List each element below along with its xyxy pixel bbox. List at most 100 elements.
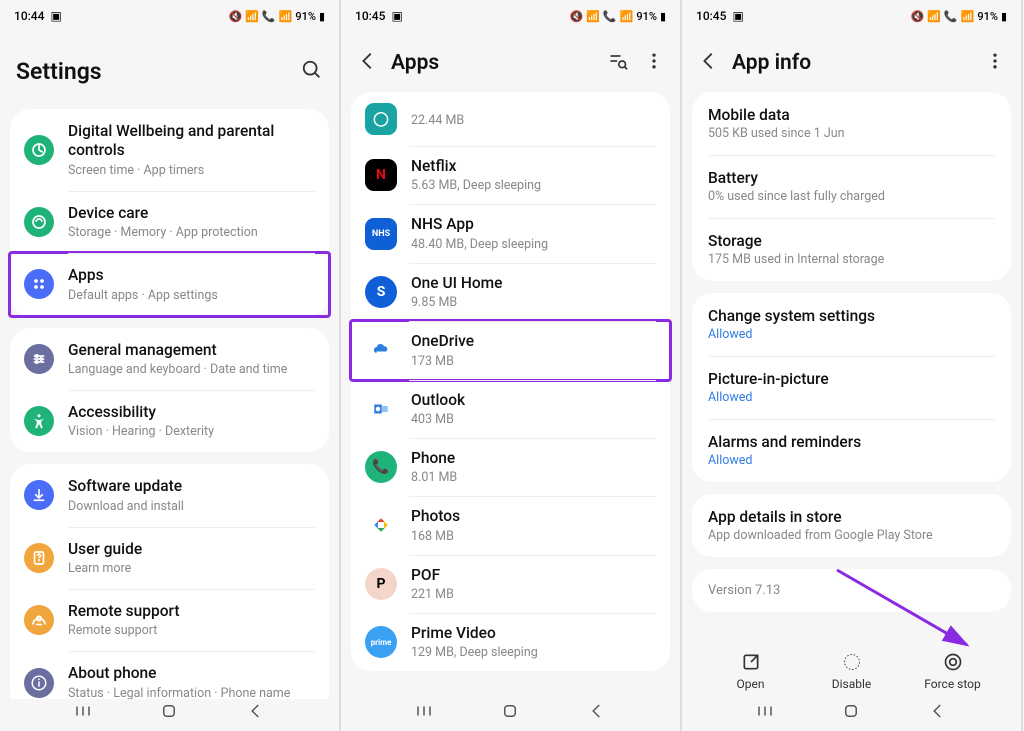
nav-recent[interactable] bbox=[74, 702, 92, 724]
app-item-onedrive[interactable]: OneDrive 173 MB bbox=[351, 321, 670, 379]
nav-recent[interactable] bbox=[756, 702, 774, 724]
nav-bar bbox=[0, 699, 339, 731]
status-time: 10:45 bbox=[355, 9, 385, 23]
force-stop-button[interactable]: Force stop bbox=[913, 652, 993, 691]
item-sub: Default apps · App settings bbox=[68, 288, 218, 303]
app-icon bbox=[365, 509, 397, 541]
open-label: Open bbox=[737, 677, 765, 691]
item-sub: Download and install bbox=[68, 499, 184, 514]
info-item-storage[interactable]: Storage175 MB used in Internal storage bbox=[692, 218, 1011, 281]
item-sub: Language and keyboard · Date and time bbox=[68, 362, 287, 377]
guide-icon bbox=[24, 543, 54, 573]
info-item-change-system-settings[interactable]: Change system settingsAllowed bbox=[692, 293, 1011, 356]
apps-icon bbox=[24, 269, 54, 299]
settings-list: Digital Wellbeing and parental controls … bbox=[0, 109, 339, 699]
notification-icon: ▣ bbox=[50, 10, 61, 22]
info-title: Battery bbox=[708, 169, 995, 187]
settings-item-remote[interactable]: Remote support Remote support bbox=[10, 589, 329, 651]
nav-home[interactable] bbox=[842, 702, 860, 724]
filter-search-icon[interactable] bbox=[608, 51, 628, 75]
status-bar: 10:44 ▣ 🔇 📶 📞 📶 91% ▮ bbox=[0, 0, 339, 28]
info-item-picture-in-picture[interactable]: Picture-in-picture Allowed bbox=[692, 356, 1011, 419]
app-name: One UI Home bbox=[411, 274, 502, 293]
app-item-phone[interactable]: 📞 Phone 8.01 MB bbox=[351, 438, 670, 496]
info-item-app-details-in-store[interactable]: App details in store App downloaded from … bbox=[692, 494, 1011, 557]
remote-icon bbox=[24, 605, 54, 635]
app-size: 129 MB, Deep sleeping bbox=[411, 645, 538, 660]
info-title: Picture-in-picture bbox=[708, 370, 995, 388]
signal-icon: 📶 bbox=[620, 11, 634, 22]
settings-item-guide[interactable]: User guide Learn more bbox=[10, 527, 329, 589]
app-icon bbox=[365, 334, 397, 366]
nav-home[interactable] bbox=[160, 702, 178, 724]
app-size: 9.85 MB bbox=[411, 295, 502, 310]
settings-item-general[interactable]: General management Language and keyboard… bbox=[10, 328, 329, 390]
settings-item-care[interactable]: Device care Storage · Memory · App prote… bbox=[10, 191, 329, 253]
nav-recent[interactable] bbox=[415, 702, 433, 724]
settings-item-about[interactable]: About phone Status · Legal information ·… bbox=[10, 651, 329, 699]
app-name: Phone bbox=[411, 449, 457, 468]
settings-item-access[interactable]: Accessibility Vision · Hearing · Dexteri… bbox=[10, 390, 329, 452]
item-title: Remote support bbox=[68, 602, 180, 621]
wifi-icon: 📶 bbox=[586, 11, 600, 22]
info-sub: Allowed bbox=[708, 390, 995, 405]
nav-bar bbox=[682, 699, 1021, 731]
settings-item-apps[interactable]: Apps Default apps · App settings bbox=[10, 253, 329, 315]
info-title: App details in store bbox=[708, 508, 995, 526]
app-size: 221 MB bbox=[411, 587, 454, 602]
app-item-netflix[interactable]: N Netflix 5.63 MB, Deep sleeping bbox=[351, 146, 670, 204]
item-sub: Screen time · App timers bbox=[68, 163, 315, 178]
app-icon: N bbox=[365, 159, 397, 191]
info-sub: Allowed bbox=[708, 327, 995, 342]
item-title: About phone bbox=[68, 664, 290, 683]
settings-item-update[interactable]: Software update Download and install bbox=[10, 464, 329, 526]
nav-back[interactable] bbox=[588, 702, 606, 724]
app-size: 5.63 MB, Deep sleeping bbox=[411, 178, 541, 193]
nav-back[interactable] bbox=[247, 702, 265, 724]
app-item-prime-video[interactable]: prime Prime Video 129 MB, Deep sleeping bbox=[351, 613, 670, 671]
info-item-mobile-data[interactable]: Mobile data505 KB used since 1 Jun bbox=[692, 92, 1011, 155]
app-item-nhs-app[interactable]: NHS NHS App 48.40 MB, Deep sleeping bbox=[351, 204, 670, 262]
info-item-battery[interactable]: Battery0% used since last fully charged bbox=[692, 155, 1011, 218]
item-sub: Learn more bbox=[68, 561, 142, 576]
app-item-outlook[interactable]: Outlook 403 MB bbox=[351, 380, 670, 438]
nav-home[interactable] bbox=[501, 702, 519, 724]
item-title: Digital Wellbeing and parental controls bbox=[68, 122, 315, 161]
item-title: Apps bbox=[68, 266, 218, 285]
about-icon bbox=[24, 668, 54, 698]
disable-label: Disable bbox=[832, 677, 872, 691]
search-icon[interactable] bbox=[301, 59, 323, 85]
item-sub: Storage · Memory · App protection bbox=[68, 225, 258, 240]
item-title: Accessibility bbox=[68, 403, 214, 422]
settings-item-wellbeing[interactable]: Digital Wellbeing and parental controls … bbox=[10, 109, 329, 191]
app-item-photos[interactable]: Photos 168 MB bbox=[351, 496, 670, 554]
battery-pct: 91% bbox=[636, 10, 657, 23]
info-title: Storage bbox=[708, 232, 995, 250]
status-bar: 10:45 ▣ 🔇 📶 📞 📶 91% ▮ bbox=[341, 0, 680, 28]
app-item-one-ui-home[interactable]: S One UI Home 9.85 MB bbox=[351, 263, 670, 321]
info-item-version-7-13[interactable]: Version 7.13 bbox=[692, 569, 1011, 612]
info-item-alarms-and-reminders[interactable]: Alarms and remindersAllowed bbox=[692, 419, 1011, 482]
more-icon[interactable] bbox=[644, 51, 664, 75]
item-title: User guide bbox=[68, 540, 142, 559]
app-name: Netflix bbox=[411, 157, 541, 176]
back-button[interactable] bbox=[698, 50, 722, 76]
info-title: Alarms and reminders bbox=[708, 433, 995, 451]
info-sub: App downloaded from Google Play Store bbox=[708, 528, 995, 543]
nav-back[interactable] bbox=[929, 702, 947, 724]
more-icon[interactable] bbox=[985, 51, 1005, 75]
wifi-icon: 📶 bbox=[245, 11, 259, 22]
open-button[interactable]: Open bbox=[711, 652, 791, 691]
app-item-unknown[interactable]: ◯ 22.44 MB bbox=[351, 92, 670, 146]
app-name: OneDrive bbox=[411, 332, 474, 351]
mute-icon: 🔇 bbox=[229, 11, 243, 22]
battery-icon: ▮ bbox=[319, 11, 325, 22]
back-button[interactable] bbox=[357, 50, 381, 76]
app-name: Prime Video bbox=[411, 624, 538, 643]
app-size: 48.40 MB, Deep sleeping bbox=[411, 237, 548, 252]
disable-button[interactable]: Disable bbox=[812, 652, 892, 691]
mute-icon: 🔇 bbox=[570, 11, 584, 22]
app-item-pof[interactable]: P POF 221 MB bbox=[351, 555, 670, 613]
app-size: 173 MB bbox=[411, 354, 474, 369]
app-name: Outlook bbox=[411, 391, 465, 410]
